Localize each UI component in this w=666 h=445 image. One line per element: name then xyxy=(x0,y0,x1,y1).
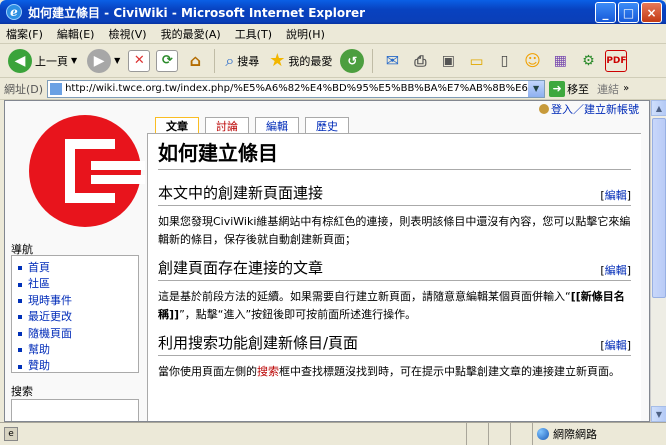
toolbar-separator xyxy=(214,48,216,73)
globe-icon xyxy=(537,428,549,440)
menu-edit[interactable]: 編輯(E) xyxy=(57,26,95,42)
links-chevron-icon[interactable]: » xyxy=(623,83,629,94)
address-input[interactable]: http://wiki.twce.org.tw/index.php/%E5%A6… xyxy=(47,79,546,98)
section-edit-link: [編輯] xyxy=(600,339,631,352)
messenger-icon[interactable]: ▯ xyxy=(493,50,515,72)
page-status-icon: e xyxy=(4,427,18,441)
pdf-icon[interactable]: PDF xyxy=(605,49,628,72)
section-3: 利用搜索功能創建新條目/頁面 [編輯] 當你使用頁面左側的搜索框中查找標題沒找到… xyxy=(158,330,631,381)
back-arrow-icon: ◀ xyxy=(8,48,32,73)
tab-edit[interactable]: 編輯 xyxy=(255,117,299,133)
page-tabs: 文章 討論 編輯 歷史 xyxy=(155,117,349,133)
section-heading: 本文中的創建新頁面連接 xyxy=(158,184,324,202)
refresh-icon[interactable]: ⟳ xyxy=(156,49,179,72)
toolbar-separator xyxy=(372,48,374,73)
mail-icon[interactable]: ✉ xyxy=(381,50,403,72)
menu-view[interactable]: 檢視(V) xyxy=(108,26,146,42)
star-icon: ★ xyxy=(269,50,286,71)
login-link[interactable]: 登入／建立新帳號 xyxy=(539,101,639,117)
search-heading: 搜索 xyxy=(11,385,33,398)
section-2: 創建頁面存在連接的文章 [編輯] 這是基於前段方法的延續。如果需要自行建立新頁面… xyxy=(158,255,631,324)
go-button[interactable]: ➜ 移至 xyxy=(549,80,589,97)
address-label: 網址(D) xyxy=(4,82,44,96)
vertical-scrollbar[interactable]: ▲ ▼ xyxy=(650,100,666,422)
status-cell xyxy=(466,423,488,445)
research-icon[interactable]: ▦ xyxy=(549,50,571,72)
go-arrow-icon: ➜ xyxy=(549,80,566,97)
edit-page-icon[interactable]: ▣ xyxy=(437,50,459,72)
tab-article[interactable]: 文章 xyxy=(155,117,199,133)
menu-favorites[interactable]: 我的最愛(A) xyxy=(161,26,221,42)
menu-bar: 檔案(F) 編輯(E) 檢視(V) 我的最愛(A) 工具(T) 說明(H) xyxy=(0,24,666,44)
search-icon: ⌕ xyxy=(225,50,235,70)
article-content: 如何建立條目 本文中的創建新頁面連接 [編輯] 如果您發現CiviWiki維基網… xyxy=(147,133,641,421)
section-1: 本文中的創建新頁面連接 [編輯] 如果您發現CiviWiki維基網站中有棕紅色的… xyxy=(158,180,631,249)
menu-file[interactable]: 檔案(F) xyxy=(6,26,43,42)
security-zone: 網際網路 xyxy=(532,423,666,445)
edit-link[interactable]: 編輯 xyxy=(605,339,627,352)
smiley-icon[interactable]: ☺ xyxy=(521,50,543,72)
nav-item-community[interactable]: 社區 xyxy=(18,276,132,292)
search-portlet[interactable] xyxy=(11,399,139,421)
section-heading: 利用搜索功能創建新條目/頁面 xyxy=(158,334,359,352)
favorites-button[interactable]: ★ 我的最愛 xyxy=(267,47,334,75)
maximize-button[interactable]: □ xyxy=(618,2,639,23)
standard-toolbar: ◀ 上一頁 ▼ ▶ ▼ ✕ ⟳ ⌂ ⌕ 搜尋 ★ 我的最愛 ↺ ✉ ⎙ ▣ ▭ … xyxy=(0,44,666,78)
search-link[interactable]: 搜索 xyxy=(257,365,279,378)
status-cell xyxy=(488,423,510,445)
menu-tools[interactable]: 工具(T) xyxy=(235,26,272,42)
window-titlebar: e 如何建立條目 - CiviWiki - Microsoft Internet… xyxy=(0,0,666,24)
minimize-button[interactable]: _ xyxy=(595,2,616,23)
nav-item-home[interactable]: 首頁 xyxy=(18,260,132,276)
menu-help[interactable]: 說明(H) xyxy=(286,26,325,42)
tab-history[interactable]: 歷史 xyxy=(305,117,349,133)
ie-logo-icon: e xyxy=(6,4,22,20)
note-icon[interactable]: ▭ xyxy=(465,50,487,72)
links-label[interactable]: 連結 xyxy=(597,81,619,97)
home-icon[interactable]: ⌂ xyxy=(184,50,206,72)
window-title: 如何建立條目 - CiviWiki - Microsoft Internet E… xyxy=(28,5,366,20)
navigation-portlet: 首頁 社區 現時事件 最近更改 隨機頁面 幫助 贊助 xyxy=(11,255,139,373)
nav-item-donate[interactable]: 贊助 xyxy=(18,358,132,374)
edit-link[interactable]: 編輯 xyxy=(605,189,627,202)
section-edit-link: [編輯] xyxy=(600,264,631,277)
page-viewport: 登入／建立新帳號 導航 首頁 社區 現時事件 最近更改 隨機頁面 幫助 贊助 搜… xyxy=(4,100,650,422)
page-title: 如何建立條目 xyxy=(158,140,631,170)
nav-item-current-events[interactable]: 現時事件 xyxy=(18,293,132,309)
section-body: 這是基於前段方法的延續。如果需要自行建立新頁面，請隨意意編輯某個頁面併輸入“[[… xyxy=(158,290,625,321)
print-icon[interactable]: ⎙ xyxy=(409,50,431,72)
stop-icon[interactable]: ✕ xyxy=(128,49,151,72)
history-icon[interactable]: ↺ xyxy=(340,48,365,73)
address-bar: 網址(D) http://wiki.twce.org.tw/index.php/… xyxy=(0,78,666,100)
nav-item-random-page[interactable]: 隨機頁面 xyxy=(18,326,132,342)
nav-item-help[interactable]: 幫助 xyxy=(18,342,132,358)
user-icon xyxy=(539,104,549,114)
section-edit-link: [編輯] xyxy=(600,189,631,202)
nav-item-recent-changes[interactable]: 最近更改 xyxy=(18,309,132,325)
address-dropdown-icon[interactable]: ▼ xyxy=(528,80,545,97)
forward-arrow-icon: ▶ xyxy=(87,48,112,73)
tools-icon[interactable]: ⚙ xyxy=(577,50,599,72)
status-bar: e 網際網路 xyxy=(0,422,666,445)
back-button[interactable]: ◀ 上一頁 ▼ xyxy=(6,47,79,75)
back-dropdown-icon: ▼ xyxy=(71,56,78,65)
edit-link[interactable]: 編輯 xyxy=(605,264,627,277)
scroll-thumb[interactable] xyxy=(652,118,666,298)
scroll-down-icon[interactable]: ▼ xyxy=(651,406,666,422)
forward-button[interactable]: ▶ ▼ xyxy=(85,47,122,75)
page-icon xyxy=(50,82,63,95)
forward-dropdown-icon: ▼ xyxy=(114,56,121,65)
search-button[interactable]: ⌕ 搜尋 xyxy=(223,47,261,75)
scroll-up-icon[interactable]: ▲ xyxy=(651,100,666,116)
tab-discussion[interactable]: 討論 xyxy=(205,117,249,133)
section-body: 當你使用頁面左側的搜索框中查找標題沒找到時，可在提示中點擊創建文章的連接建立新頁… xyxy=(158,365,620,378)
status-cell xyxy=(510,423,532,445)
close-button[interactable]: × xyxy=(641,2,662,23)
section-heading: 創建頁面存在連接的文章 xyxy=(158,259,324,277)
section-body: 如果您發現CiviWiki維基網站中有棕紅色的連接，則表明該條目中還沒有內容，您… xyxy=(158,215,631,246)
site-logo[interactable] xyxy=(25,111,145,231)
